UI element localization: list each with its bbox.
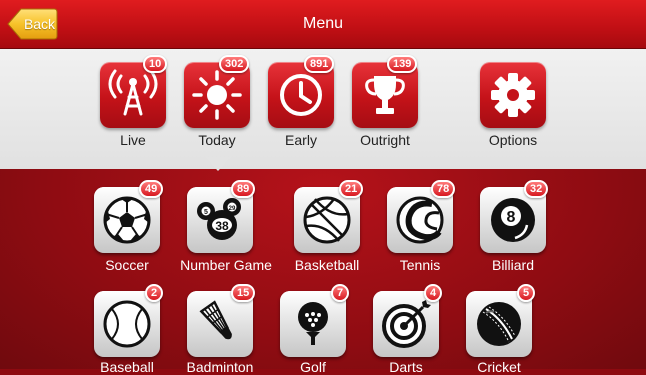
tennis-badge: 78 xyxy=(431,180,456,198)
today-label: Today xyxy=(198,132,236,148)
outright-badge: 139 xyxy=(387,55,418,73)
ball-number-5: 5 xyxy=(204,209,208,216)
darts-badge: 4 xyxy=(424,284,443,302)
number-game-label: Number Game xyxy=(180,257,272,273)
soccer-label: Soccer xyxy=(105,257,149,273)
today-badge: 302 xyxy=(219,55,250,73)
basketball-badge: 21 xyxy=(339,180,364,198)
cricket-badge: 5 xyxy=(517,284,536,302)
back-button-label: Back xyxy=(23,16,56,32)
ball-number-38: 38 xyxy=(215,219,229,233)
outright-label: Outright xyxy=(360,132,410,148)
live-label: Live xyxy=(120,132,146,148)
page-title: Menu xyxy=(302,15,344,32)
badminton-badge: 15 xyxy=(231,284,256,302)
gear-icon xyxy=(491,73,535,117)
badminton-label: Badminton xyxy=(186,359,254,375)
early-label: Early xyxy=(285,132,317,148)
golf-badge: 7 xyxy=(331,284,350,302)
golf-label: Golf xyxy=(300,359,326,375)
billiard-number: 8 xyxy=(507,209,516,226)
billiard-label: Billiard xyxy=(491,257,534,273)
baseball-label: Baseball xyxy=(100,359,154,375)
options-label: Options xyxy=(488,132,538,148)
billiard-badge: 32 xyxy=(524,180,549,198)
soccer-badge: 49 xyxy=(139,180,164,198)
tennis-label: Tennis xyxy=(399,257,441,273)
cricket-label: Cricket xyxy=(477,359,521,375)
live-badge: 10 xyxy=(143,55,168,73)
header-bar: Menu Back xyxy=(0,0,646,49)
options-tile[interactable] xyxy=(480,62,546,128)
ball-number-29: 29 xyxy=(229,206,236,212)
early-badge: 891 xyxy=(304,55,335,73)
back-button[interactable]: Back xyxy=(7,8,58,40)
number-game-badge: 89 xyxy=(231,180,256,198)
darts-label: Darts xyxy=(389,359,423,375)
selected-pointer xyxy=(205,157,231,171)
baseball-badge: 2 xyxy=(145,284,164,302)
basketball-label: Basketball xyxy=(294,257,360,273)
